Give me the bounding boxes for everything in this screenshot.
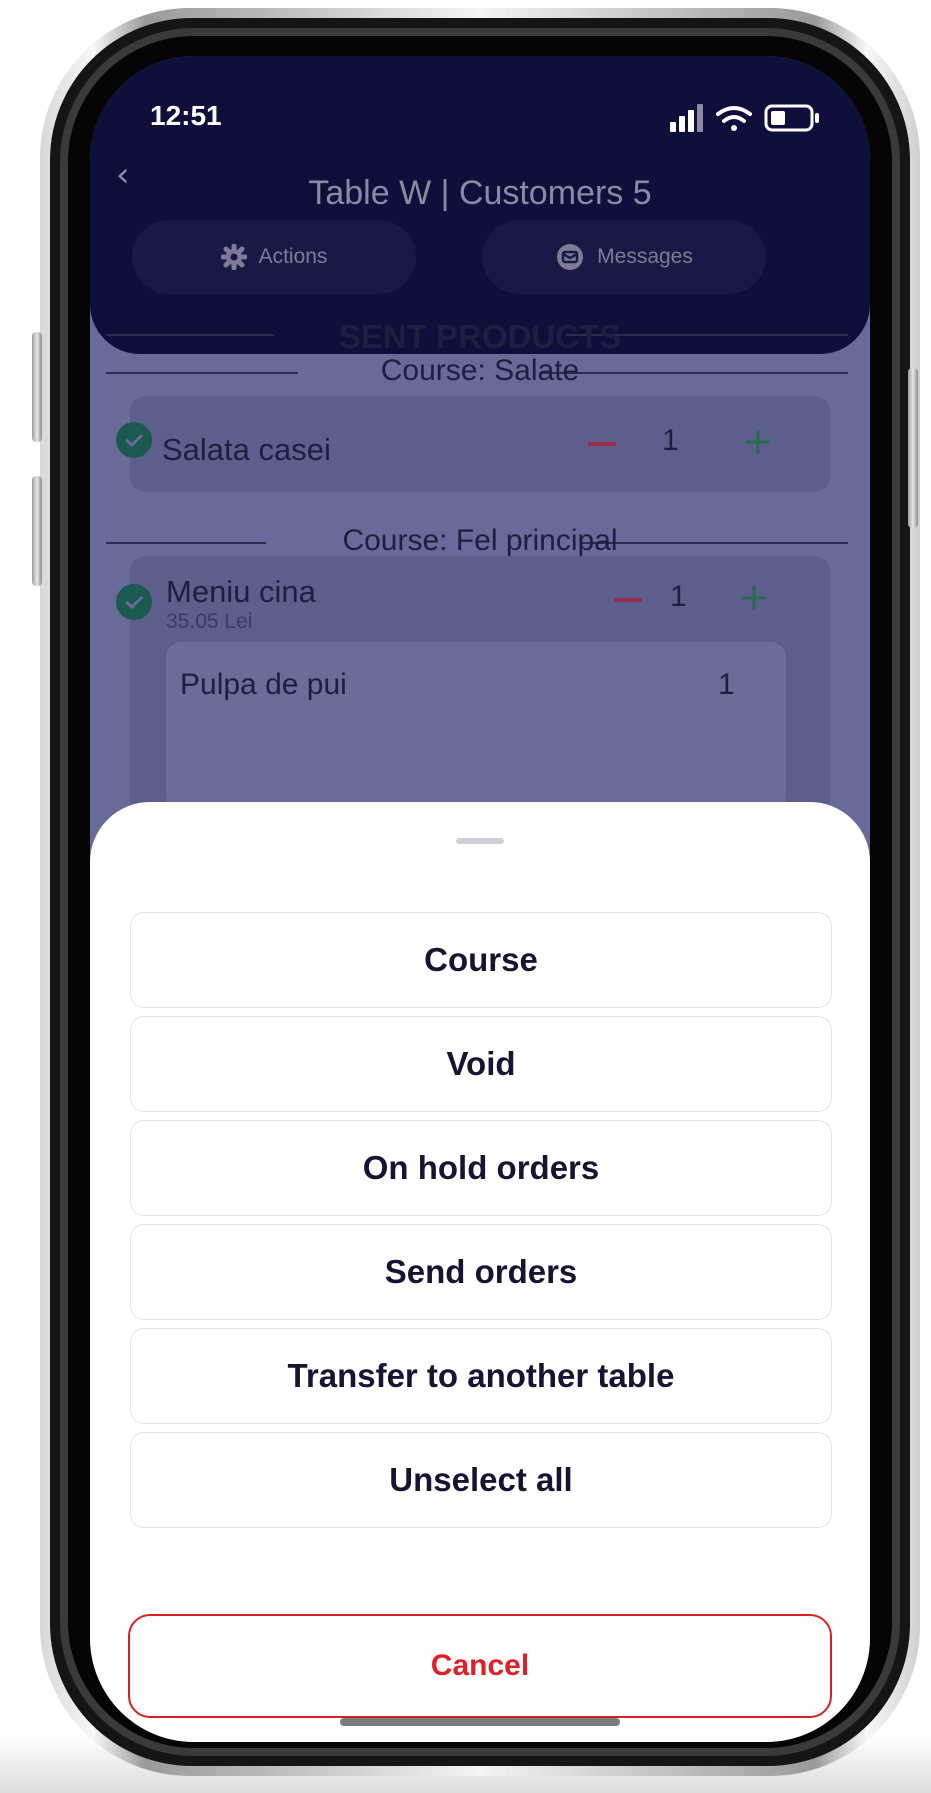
section-title: SENT PRODUCTS — [338, 318, 622, 355]
wifi-icon — [716, 106, 752, 131]
unselect-all-button[interactable]: Unselect all — [130, 1432, 832, 1528]
volume-up-button — [32, 332, 42, 442]
minus-button[interactable] — [614, 598, 642, 602]
app-header: 12:51 ‹ Table W | Customers 5 Actions Me… — [90, 56, 870, 354]
sheet-handle[interactable] — [456, 838, 504, 844]
transfer-table-button[interactable]: Transfer to another table — [130, 1328, 832, 1424]
page-title: Table W | Customers 5 — [308, 174, 652, 212]
on-hold-orders-button[interactable]: On hold orders — [130, 1120, 832, 1216]
send-orders-button[interactable]: Send orders — [130, 1224, 832, 1320]
phone-screen: 12:51 ‹ Table W | Customers 5 Actions Me… — [90, 56, 870, 1742]
battery-icon — [764, 104, 819, 132]
plus-button[interactable]: + — [738, 578, 770, 616]
sub-item-quantity: 1 — [718, 668, 735, 701]
action-sheet: Course Void On hold orders Send orders T… — [90, 802, 870, 1742]
power-button — [908, 368, 918, 528]
check-circle-icon — [116, 584, 152, 620]
sub-item: Pulpa de pui 1 — [166, 642, 786, 812]
void-button[interactable]: Void — [130, 1016, 832, 1112]
course-label: Course: Salate — [380, 354, 580, 387]
plus-button[interactable]: + — [742, 422, 774, 460]
minus-button[interactable] — [588, 442, 616, 446]
home-indicator — [340, 1718, 620, 1726]
item-quantity: 1 — [670, 580, 687, 613]
sub-item-name: Pulpa de pui — [180, 668, 347, 701]
item-price: 35.05 Lei — [166, 610, 253, 633]
status-time: 12:51 — [150, 100, 222, 131]
messages-button[interactable]: Messages — [482, 220, 766, 294]
volume-down-button — [32, 476, 42, 586]
signal-icon — [670, 104, 703, 132]
order-item[interactable]: Salata casei 1 + — [116, 396, 830, 492]
course-label: Course: Fel principal — [342, 524, 618, 557]
check-circle-icon — [116, 422, 152, 458]
item-quantity: 1 — [662, 424, 679, 457]
actions-button[interactable]: Actions — [132, 220, 416, 294]
status-icons — [670, 104, 819, 132]
course-button[interactable]: Course — [130, 912, 832, 1008]
gear-icon — [220, 244, 247, 270]
cancel-button[interactable]: Cancel — [128, 1614, 832, 1718]
actions-label: Actions — [258, 245, 328, 268]
message-icon — [557, 244, 584, 270]
order-item[interactable]: Meniu cina 35.05 Lei 1 + Pulpa de pui 1 — [116, 556, 830, 816]
item-name: Meniu cina — [166, 574, 316, 609]
messages-label: Messages — [597, 245, 693, 268]
item-name: Salata casei — [162, 432, 331, 467]
